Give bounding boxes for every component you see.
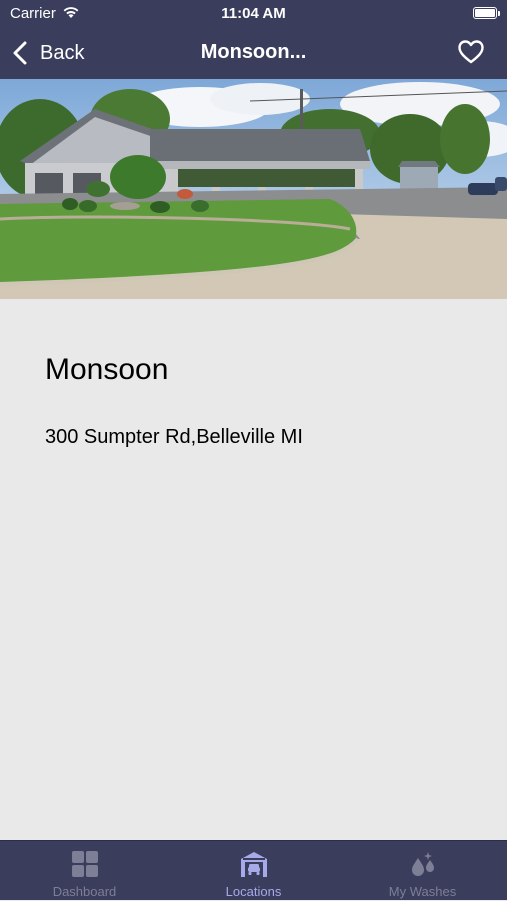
back-button[interactable]: Back	[12, 39, 84, 67]
location-address: 300 Sumpter Rd,Belleville MI	[45, 426, 303, 448]
tab-my-washes[interactable]: My Washes	[338, 841, 507, 901]
navigation-bar: Back Monsoon...	[0, 27, 507, 79]
back-label: Back	[40, 41, 85, 64]
chevron-left-icon	[13, 41, 27, 65]
tab-label: Dashboard	[52, 884, 117, 899]
car-wash-building-icon	[240, 852, 267, 877]
tab-label: My Washes	[388, 884, 457, 899]
tab-locations[interactable]: Locations	[169, 841, 338, 901]
tab-label: Locations	[225, 884, 282, 899]
status-bar: Carrier 11:04 AM	[0, 0, 507, 27]
tab-bar: Dashboard Locations My Washes	[0, 840, 507, 900]
water-drops-icon	[411, 852, 434, 876]
dashboard-grid-icon	[71, 851, 98, 877]
location-photo	[0, 79, 507, 299]
location-details: Monsoon 300 Sumpter Rd,Belleville MI	[0, 299, 507, 840]
location-name: Monsoon	[45, 353, 169, 386]
favorite-heart-icon[interactable]	[457, 39, 485, 65]
clock: 11:04 AM	[221, 5, 286, 22]
tab-dashboard[interactable]: Dashboard	[0, 841, 169, 901]
battery-icon	[473, 7, 500, 19]
